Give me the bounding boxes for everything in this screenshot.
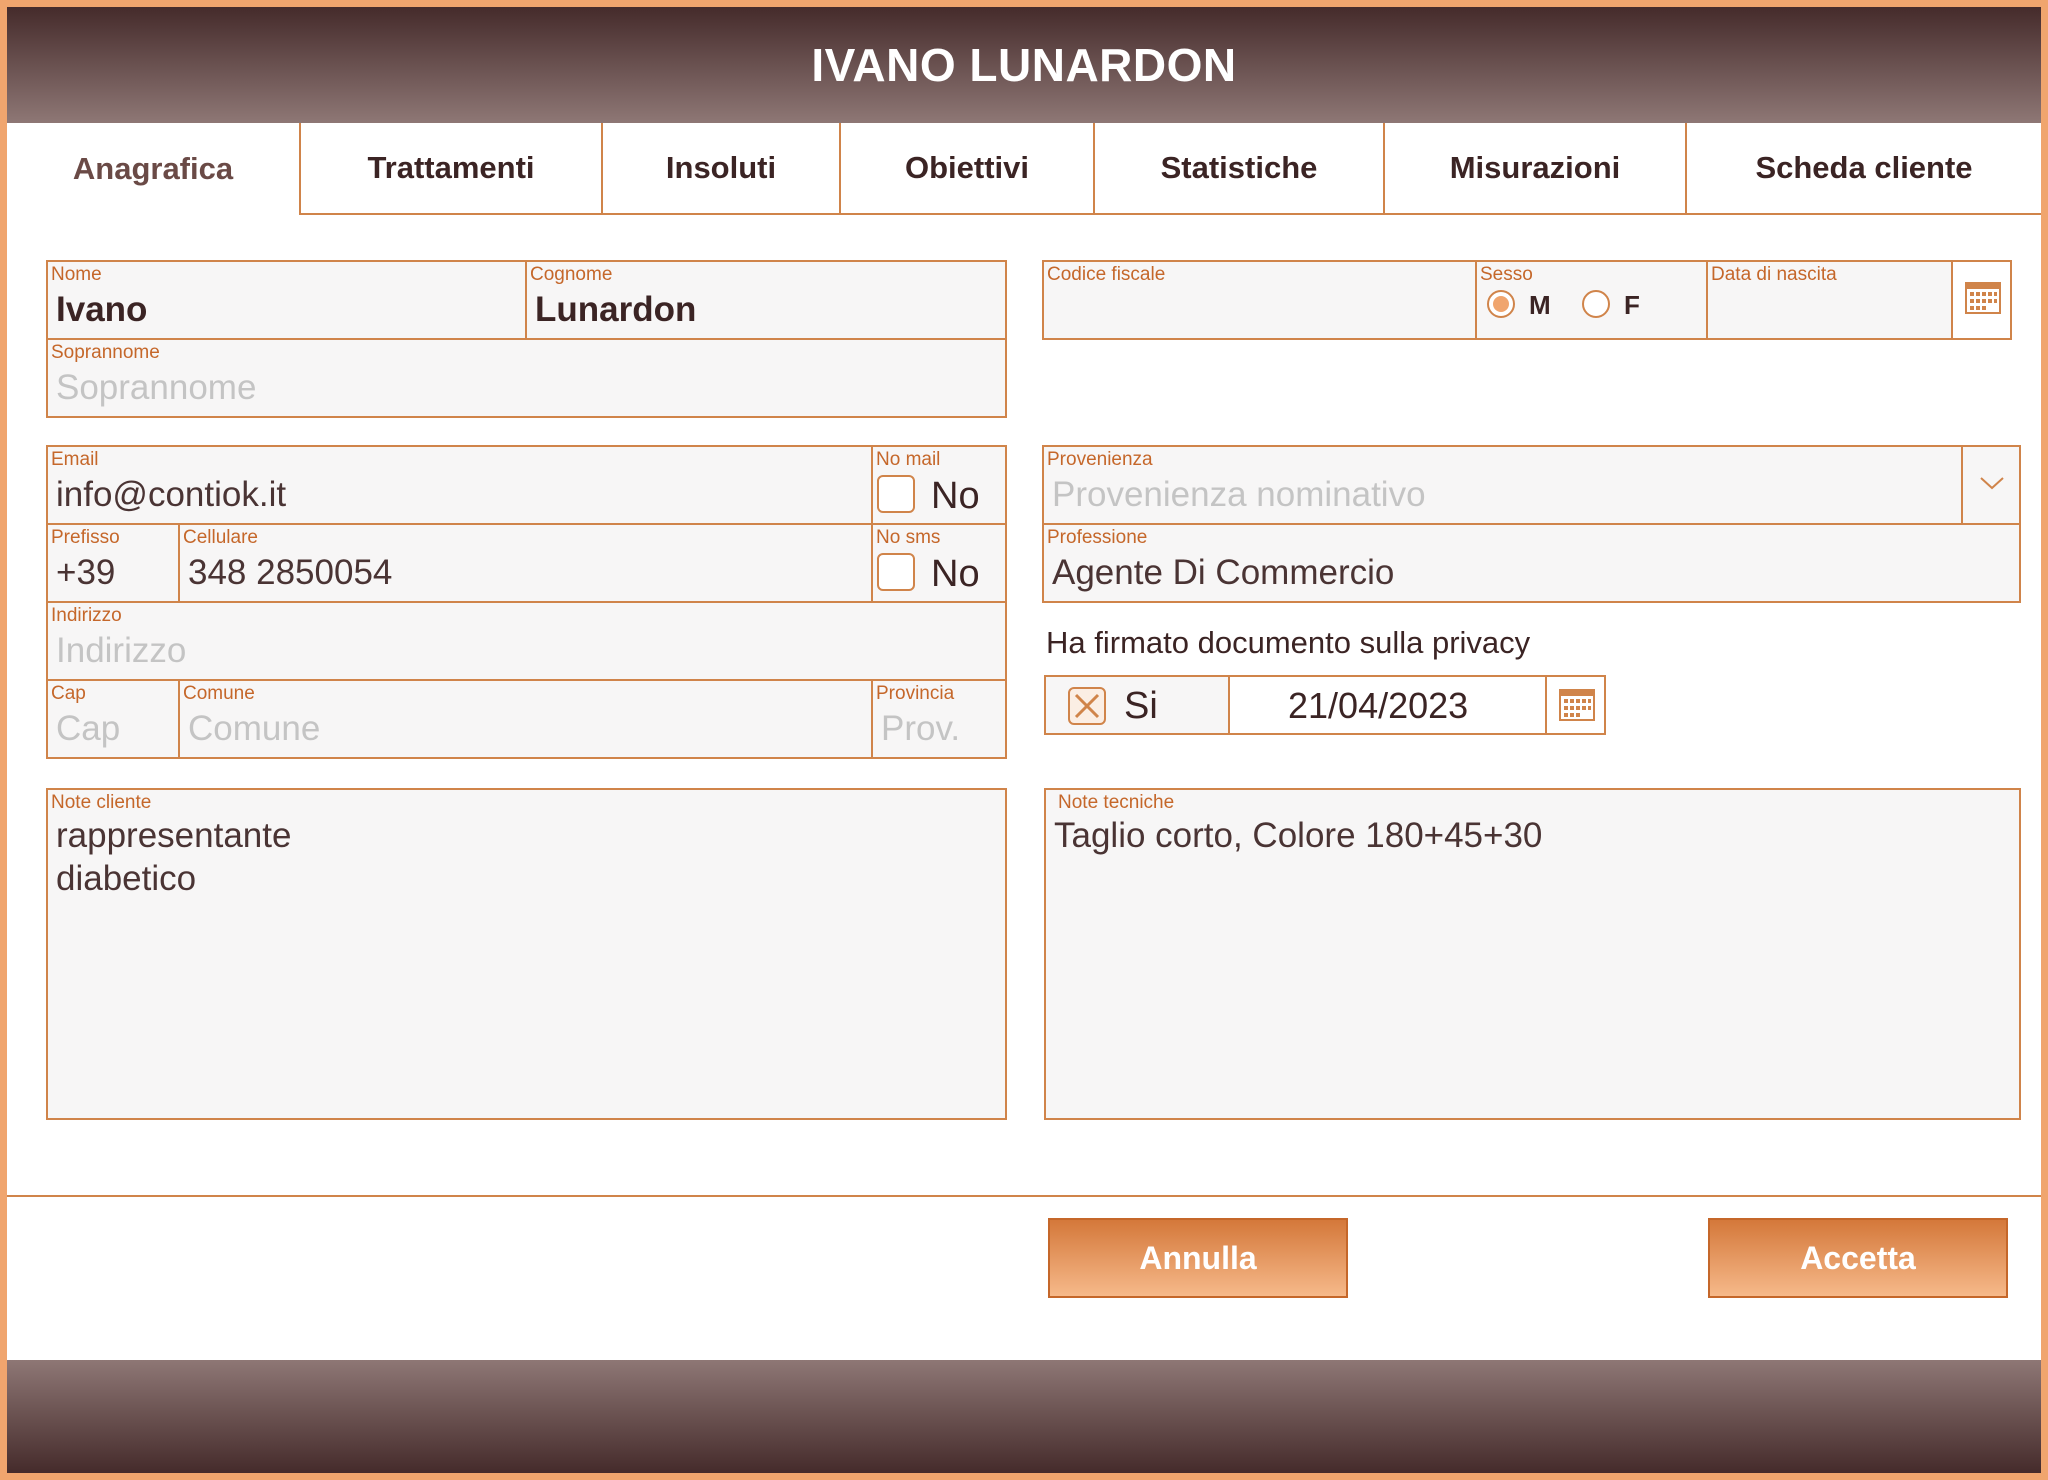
tab-insoluti[interactable]: Insoluti bbox=[601, 123, 839, 215]
tab-anagrafica[interactable]: Anagrafica bbox=[7, 123, 299, 215]
privacy-question: Ha firmato documento sulla privacy bbox=[1046, 625, 1530, 661]
sesso-option-f: F bbox=[1624, 290, 1640, 321]
note-tecniche-field[interactable]: Note tecniche Taglio corto, Colore 180+4… bbox=[1044, 788, 2021, 1120]
email-value: info@contiok.it bbox=[56, 475, 286, 515]
no-sms-checkbox[interactable] bbox=[877, 553, 915, 591]
nome-field[interactable]: Nome Ivano bbox=[46, 260, 527, 340]
data-nascita-field[interactable]: Data di nascita bbox=[1706, 260, 1953, 340]
accept-button[interactable]: Accetta bbox=[1708, 1218, 2008, 1298]
email-label: Email bbox=[51, 449, 99, 471]
note-cliente-line: rappresentante bbox=[56, 814, 291, 857]
no-sms-label: No sms bbox=[876, 527, 940, 549]
codice-fiscale-label: Codice fiscale bbox=[1047, 264, 1165, 286]
cellulare-value: 348 2850054 bbox=[188, 553, 392, 593]
indirizzo-field[interactable]: Indirizzo Indirizzo bbox=[46, 601, 1007, 681]
comune-label: Comune bbox=[183, 683, 255, 705]
provincia-placeholder: Prov. bbox=[881, 709, 960, 749]
checked-x-icon bbox=[1068, 687, 1106, 725]
tab-statistiche[interactable]: Statistiche bbox=[1093, 123, 1383, 215]
tab-bar: Anagrafica Trattamenti Insoluti Obiettiv… bbox=[7, 123, 2041, 215]
cognome-value: Lunardon bbox=[535, 290, 696, 330]
page-title: IVANO LUNARDON bbox=[811, 38, 1236, 92]
cap-label: Cap bbox=[51, 683, 86, 705]
provincia-field[interactable]: Provincia Prov. bbox=[871, 679, 1007, 759]
privacy-checkbox-field[interactable]: Si bbox=[1044, 675, 1230, 735]
no-mail-value: No bbox=[931, 475, 980, 518]
professione-value: Agente Di Commercio bbox=[1052, 553, 1394, 593]
note-tecniche-text: Taglio corto, Colore 180+45+30 bbox=[1054, 814, 1542, 857]
cognome-field[interactable]: Cognome Lunardon bbox=[525, 260, 1007, 340]
cancel-button[interactable]: Annulla bbox=[1048, 1218, 1348, 1298]
chevron-down-icon bbox=[1979, 475, 2005, 491]
sesso-radio-f[interactable] bbox=[1582, 290, 1610, 318]
sesso-field: Sesso M F bbox=[1475, 260, 1708, 340]
privacy-date-value: 21/04/2023 bbox=[1288, 685, 1468, 727]
sesso-option-m: M bbox=[1529, 290, 1551, 321]
note-cliente-field[interactable]: Note cliente rappresentante diabetico bbox=[46, 788, 1007, 1120]
data-nascita-label: Data di nascita bbox=[1711, 264, 1837, 286]
codice-fiscale-field[interactable]: Codice fiscale bbox=[1042, 260, 1477, 340]
prefisso-field[interactable]: Prefisso +39 bbox=[46, 523, 180, 603]
sesso-radio-m[interactable] bbox=[1487, 290, 1515, 318]
note-cliente-label: Note cliente bbox=[51, 792, 151, 814]
tab-misurazioni[interactable]: Misurazioni bbox=[1383, 123, 1685, 215]
provenienza-dropdown-button[interactable] bbox=[1961, 445, 2021, 525]
sesso-label: Sesso bbox=[1480, 264, 1533, 286]
cellulare-label: Cellulare bbox=[183, 527, 258, 549]
anagrafica-panel: Nome Ivano Cognome Lunardon Soprannome S… bbox=[7, 215, 2041, 1197]
prefisso-value: +39 bbox=[56, 553, 115, 593]
cap-placeholder: Cap bbox=[56, 709, 120, 749]
provenienza-select[interactable]: Provenienza Provenienza nominativo bbox=[1042, 445, 1963, 525]
no-sms-field: No sms No bbox=[871, 523, 1007, 603]
soprannome-label: Soprannome bbox=[51, 342, 160, 364]
no-sms-value: No bbox=[931, 553, 980, 596]
cognome-label: Cognome bbox=[530, 264, 612, 286]
prefisso-label: Prefisso bbox=[51, 527, 120, 549]
indirizzo-label: Indirizzo bbox=[51, 605, 122, 627]
no-mail-checkbox[interactable] bbox=[877, 475, 915, 513]
cap-field[interactable]: Cap Cap bbox=[46, 679, 180, 759]
tab-trattamenti[interactable]: Trattamenti bbox=[299, 123, 601, 215]
note-cliente-text: rappresentante diabetico bbox=[56, 814, 291, 900]
provenienza-placeholder: Provenienza nominativo bbox=[1052, 475, 1426, 515]
email-field[interactable]: Email info@contiok.it bbox=[46, 445, 873, 525]
cellulare-field[interactable]: Cellulare 348 2850054 bbox=[178, 523, 873, 603]
tab-obiettivi[interactable]: Obiettivi bbox=[839, 123, 1093, 215]
professione-field[interactable]: Professione Agente Di Commercio bbox=[1042, 523, 2021, 603]
window-header: IVANO LUNARDON bbox=[7, 7, 2041, 123]
tab-scheda-cliente[interactable]: Scheda cliente bbox=[1685, 123, 2041, 215]
provincia-label: Provincia bbox=[876, 683, 954, 705]
note-cliente-line: diabetico bbox=[56, 857, 291, 900]
calendar-icon bbox=[1559, 687, 1595, 723]
privacy-value: Si bbox=[1124, 685, 1158, 728]
provenienza-label: Provenienza bbox=[1047, 449, 1153, 471]
comune-placeholder: Comune bbox=[188, 709, 320, 749]
note-tecniche-label: Note tecniche bbox=[1058, 792, 1174, 814]
nome-value: Ivano bbox=[56, 290, 147, 330]
professione-label: Professione bbox=[1047, 527, 1147, 549]
window-footer bbox=[7, 1360, 2041, 1473]
comune-field[interactable]: Comune Comune bbox=[178, 679, 873, 759]
soprannome-placeholder: Soprannome bbox=[56, 368, 256, 408]
no-mail-field: No mail No bbox=[871, 445, 1007, 525]
indirizzo-placeholder: Indirizzo bbox=[56, 631, 186, 671]
data-nascita-calendar-button[interactable] bbox=[1951, 260, 2012, 340]
nome-label: Nome bbox=[51, 264, 102, 286]
no-mail-label: No mail bbox=[876, 449, 940, 471]
privacy-date-field[interactable]: 21/04/2023 bbox=[1228, 675, 1547, 735]
calendar-icon bbox=[1965, 280, 2001, 316]
soprannome-field[interactable]: Soprannome Soprannome bbox=[46, 338, 1007, 418]
privacy-date-calendar-button[interactable] bbox=[1545, 675, 1606, 735]
